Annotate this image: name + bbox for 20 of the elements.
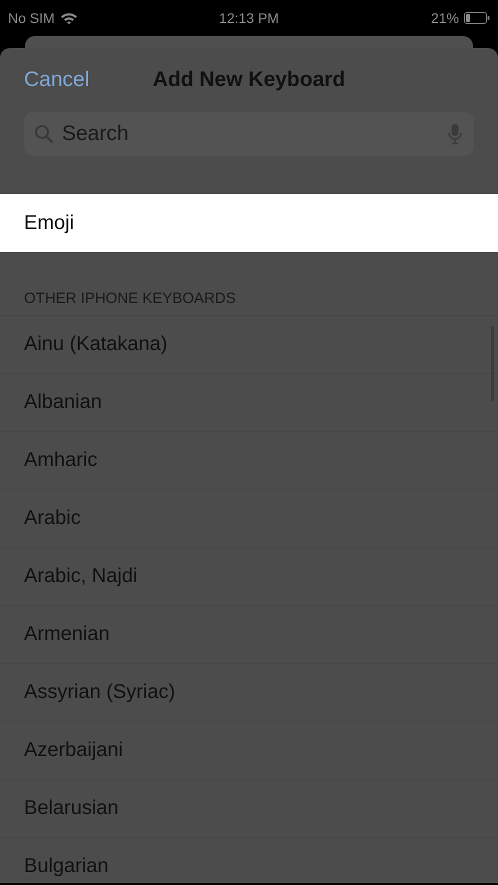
keyboard-row[interactable]: Arabic (0, 490, 498, 548)
search-input[interactable]: Search (62, 122, 440, 146)
keyboard-row[interactable]: Emoji (0, 194, 498, 252)
keyboard-row[interactable]: Armenian (0, 606, 498, 664)
cancel-button[interactable]: Cancel (24, 68, 90, 92)
microphone-icon[interactable] (448, 123, 462, 145)
keyboard-row[interactable]: Arabic, Najdi (0, 548, 498, 606)
battery-percentage: 21% (430, 10, 459, 26)
keyboard-row[interactable]: Bulgarian (0, 838, 498, 885)
battery-icon (464, 12, 490, 24)
keyboard-row[interactable]: Assyrian (Syriac) (0, 664, 498, 722)
wifi-icon (60, 12, 78, 24)
search-icon (34, 124, 54, 144)
sheet-title: Add New Keyboard (152, 68, 346, 92)
keyboard-row[interactable]: Belarusian (0, 780, 498, 838)
keyboard-row[interactable]: Azerbaijani (0, 722, 498, 780)
carrier-label: No SIM (8, 10, 55, 26)
clock-time: 12:13 PM (219, 10, 279, 26)
keyboard-row[interactable]: Amharic (0, 432, 498, 490)
search-field[interactable]: Search (24, 112, 474, 156)
